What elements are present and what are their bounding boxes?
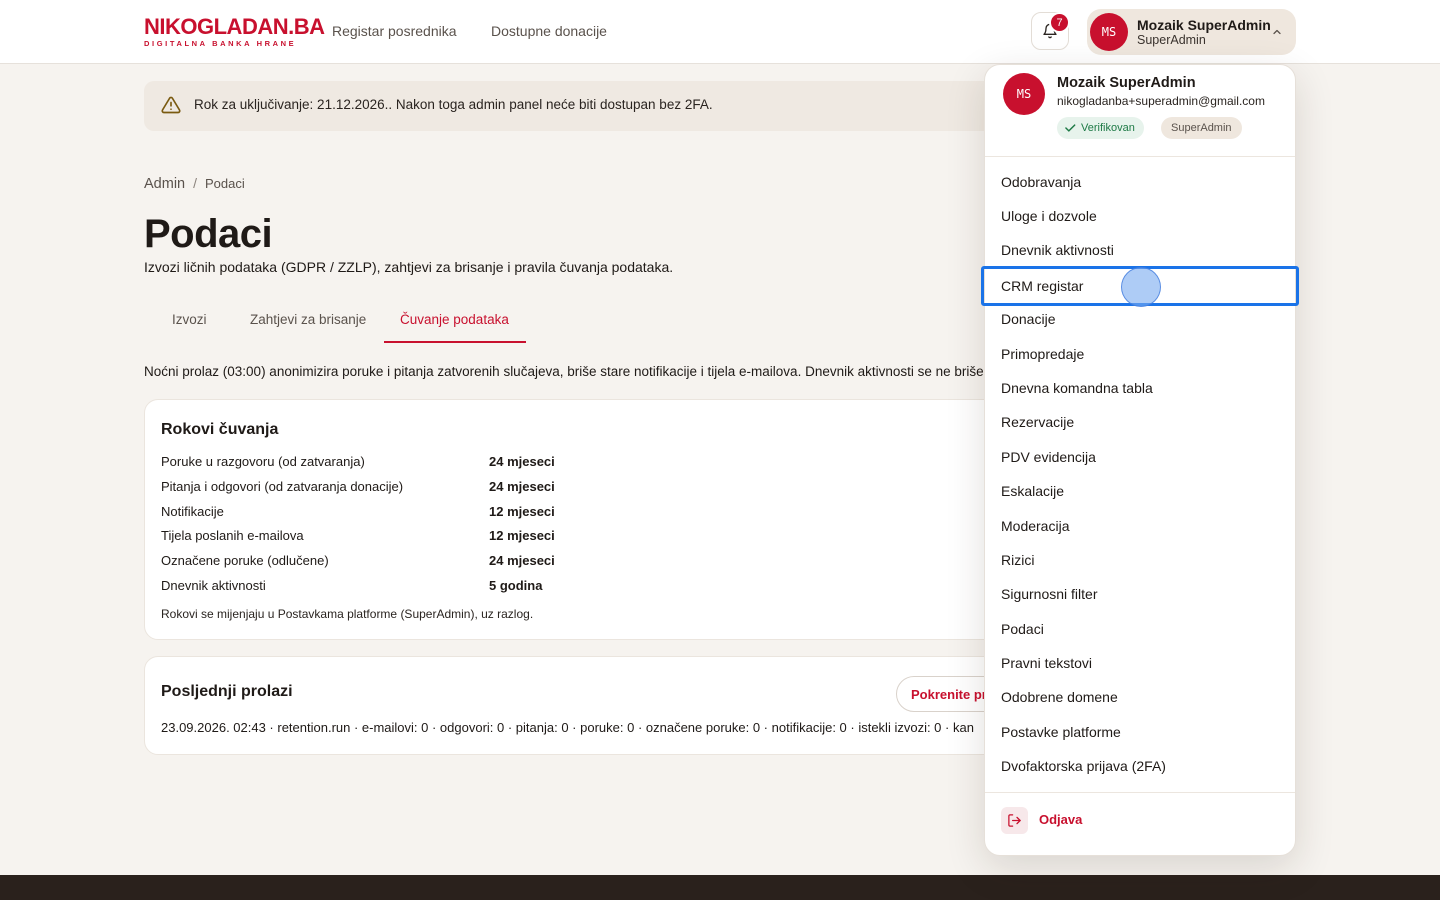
tab-zahtjevi-za-brisanje[interactable]: Zahtjevi za brisanje [250, 298, 366, 343]
nav-registar-posrednika[interactable]: Registar posrednika [332, 23, 457, 39]
menu-item-dnevnik-aktivnosti[interactable]: Dnevnik aktivnosti [1001, 242, 1114, 258]
menu-item-sigurnosni-filter[interactable]: Sigurnosni filter [1001, 586, 1098, 602]
nav-dostupne-donacije[interactable]: Dostupne donacije [491, 23, 607, 39]
menu-item-eskalacije[interactable]: Eskalacije [1001, 483, 1064, 499]
card-title: Rokovi čuvanja [161, 421, 279, 438]
user-name: Mozaik SuperAdmin [1137, 17, 1271, 33]
chevron-up-icon [1273, 29, 1281, 35]
retention-row: Dnevnik aktivnosti 5 godina [161, 578, 661, 598]
profile-email: nikogladanba+superadmin@gmail.com [1057, 94, 1265, 108]
tab-cuvanje-podataka[interactable]: Čuvanje podataka [384, 298, 526, 343]
menu-item-dvofaktorska-prijava[interactable]: Dvofaktorska prijava (2FA) [1001, 758, 1166, 774]
avatar: MS [1003, 73, 1045, 115]
last-runs-card: Posljednji prolazi Pokrenite pr 23.09.20… [144, 656, 1024, 755]
page-title: Podaci [144, 212, 273, 256]
logo-tagline: DIGITALNA BANKA HRANE [144, 39, 297, 48]
retention-value: 24 mjeseci [489, 479, 555, 494]
breadcrumb: Admin / Podaci [144, 175, 245, 192]
retention-label: Označene poruke (odlučene) [161, 553, 329, 568]
top-navbar: NIKOGLADAN.BA DIGITALNA BANKA HRANE Regi… [0, 0, 1440, 64]
menu-item-odobravanja[interactable]: Odobravanja [1001, 174, 1081, 190]
retention-footnote: Rokovi se mijenjaju u Postavkama platfor… [161, 607, 534, 621]
logout-label: Odjava [1039, 812, 1083, 827]
retention-label: Pitanja i odgovori (od zatvaranja donaci… [161, 479, 404, 494]
check-icon [1065, 124, 1076, 132]
tab-izvozi[interactable]: Izvozi [172, 298, 207, 343]
retention-value: 12 mjeseci [489, 528, 555, 543]
retention-value: 24 mjeseci [489, 454, 555, 469]
retention-value: 24 mjeseci [489, 553, 555, 568]
retention-note: Noćni prolaz (03:00) anonimizira poruke … [144, 364, 984, 379]
verified-label: Verifikovan [1081, 122, 1135, 134]
retention-label: Poruke u razgovoru (od zatvaranja) [161, 454, 365, 469]
role-badge: SuperAdmin [1161, 117, 1242, 139]
page-subtitle: Izvozi ličnih podataka (GDPR / ZZLP), za… [144, 259, 674, 275]
notifications-count-badge: 7 [1049, 12, 1070, 33]
menu-item-donacije[interactable]: Donacije [1001, 311, 1055, 327]
warning-triangle-icon [161, 96, 181, 114]
retention-label: Tijela poslanih e-mailova [161, 528, 304, 543]
breadcrumb-current: Podaci [205, 176, 245, 191]
menu-item-podaci[interactable]: Podaci [1001, 621, 1044, 637]
logout-icon [1001, 807, 1028, 834]
retention-value: 5 godina [489, 578, 543, 593]
profile-name: Mozaik SuperAdmin [1057, 75, 1196, 91]
logo-wordmark: NIKOGLADAN.BA [144, 14, 325, 39]
menu-item-dnevna-komandna-tabla[interactable]: Dnevna komandna tabla [1001, 380, 1153, 396]
logout-button[interactable]: Odjava [1001, 807, 1201, 835]
user-menu-toggle[interactable]: MS Mozaik SuperAdmin SuperAdmin [1087, 9, 1296, 55]
retention-label: Dnevnik aktivnosti [161, 578, 266, 593]
menu-item-rezervacije[interactable]: Rezervacije [1001, 414, 1074, 430]
menu-item-pdv-evidencija[interactable]: PDV evidencija [1001, 449, 1096, 465]
breadcrumb-separator: / [193, 175, 197, 191]
avatar: MS [1090, 13, 1128, 51]
menu-item-moderacija[interactable]: Moderacija [1001, 518, 1069, 534]
run-log-entry: 23.09.2026. 02:43 · retention.run · e-ma… [161, 720, 974, 735]
menu-item-uloge-i-dozvole[interactable]: Uloge i dozvole [1001, 208, 1097, 224]
retention-label: Notifikacije [161, 504, 224, 519]
menu-divider [985, 792, 1295, 793]
retention-row: Pitanja i odgovori (od zatvaranja donaci… [161, 479, 661, 499]
retention-value: 12 mjeseci [489, 504, 555, 519]
user-role: SuperAdmin [1137, 33, 1206, 47]
retention-row: Poruke u razgovoru (od zatvaranja) 24 mj… [161, 454, 661, 474]
retention-row: Označene poruke (odlučene) 24 mjeseci [161, 553, 661, 573]
menu-item-postavke-platforme[interactable]: Postavke platforme [1001, 724, 1121, 740]
retention-periods-card: Rokovi čuvanja Poruke u razgovoru (od za… [144, 399, 1024, 640]
click-indicator [1121, 267, 1161, 307]
page-footer [0, 875, 1440, 900]
2fa-warning-banner: Rok za uključivanje: 21.12.2026.. Nakon … [144, 81, 1044, 131]
dropdown-profile-header: MS Mozaik SuperAdmin nikogladanba+supera… [985, 65, 1295, 157]
user-dropdown-menu: MS Mozaik SuperAdmin nikogladanba+supera… [981, 64, 1299, 856]
menu-item-odobrene-domene[interactable]: Odobrene domene [1001, 689, 1118, 705]
verified-badge: Verifikovan [1057, 117, 1144, 139]
card-title: Posljednji prolazi [161, 683, 293, 700]
menu-item-pravni-tekstovi[interactable]: Pravni tekstovi [1001, 655, 1092, 671]
retention-row: Tijela poslanih e-mailova 12 mjeseci [161, 528, 661, 548]
banner-text: Rok za uključivanje: 21.12.2026.. Nakon … [194, 97, 713, 112]
tab-bar: Izvozi Zahtjevi za brisanje Čuvanje poda… [144, 298, 994, 343]
site-logo[interactable]: NIKOGLADAN.BA DIGITALNA BANKA HRANE [144, 14, 325, 49]
menu-item-primopredaje[interactable]: Primopredaje [1001, 346, 1084, 362]
menu-item-rizici[interactable]: Rizici [1001, 552, 1034, 568]
breadcrumb-admin[interactable]: Admin [144, 176, 185, 192]
retention-row: Notifikacije 12 mjeseci [161, 504, 661, 524]
